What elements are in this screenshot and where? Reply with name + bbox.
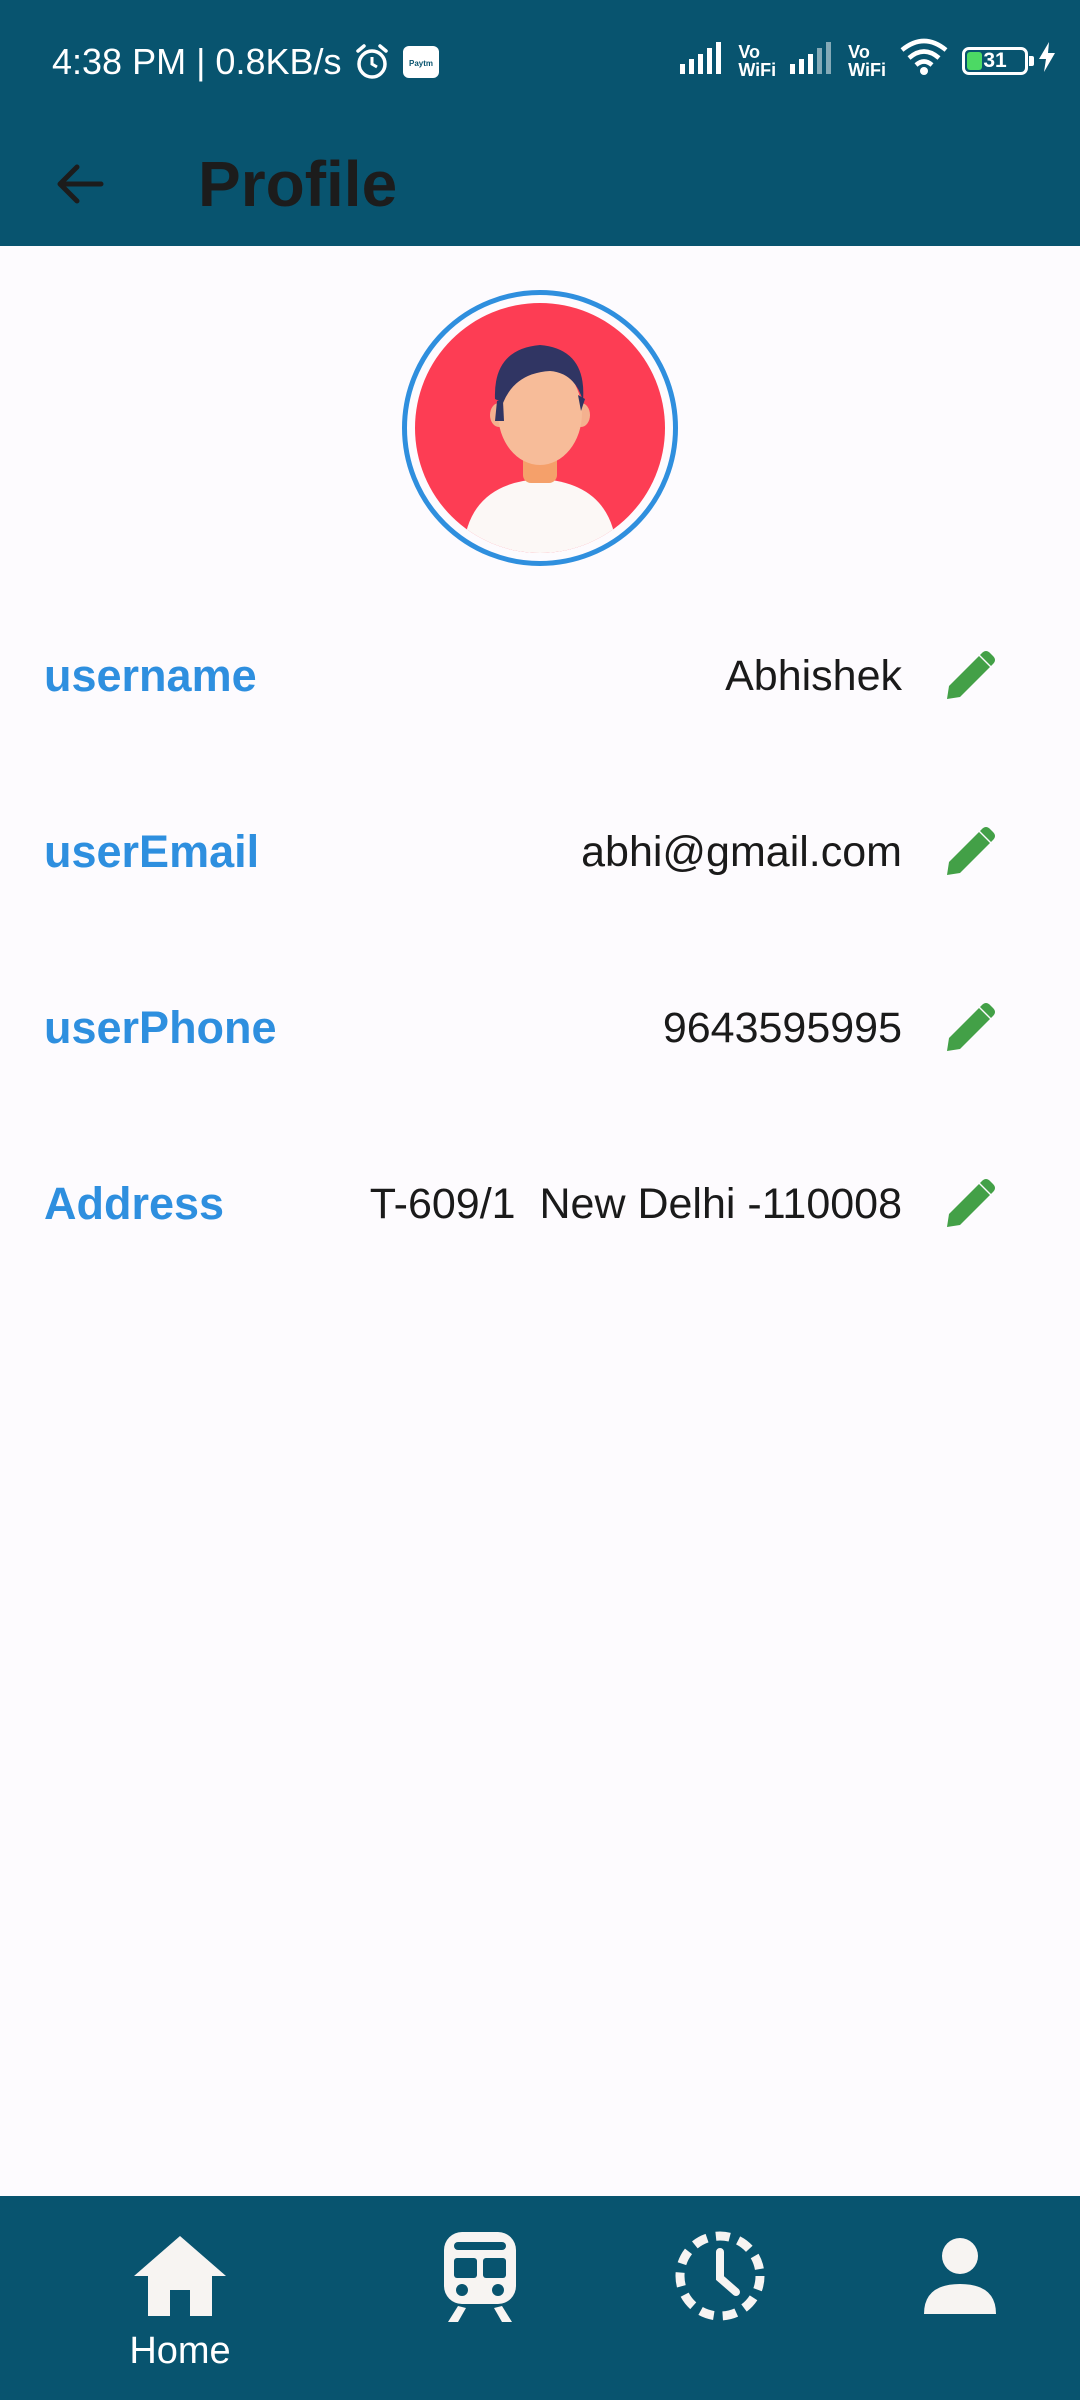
battery-fill: [967, 52, 982, 70]
pencil-icon: [947, 1003, 995, 1051]
avatar[interactable]: [402, 290, 678, 566]
signal-icon: [680, 40, 728, 83]
home-icon: [132, 2226, 228, 2326]
app-bar: Profile: [0, 122, 1080, 246]
pencil-icon: [947, 651, 995, 699]
bottom-navigation: Home: [0, 2196, 1080, 2400]
field-value-userphone: 9643595995: [662, 1004, 902, 1052]
field-label-username: username: [44, 650, 257, 701]
battery-indicator: 31: [962, 47, 1034, 75]
status-time-speed: 4:38 PM | 0.8KB/s: [52, 41, 342, 82]
nav-train[interactable]: [380, 2196, 580, 2400]
field-label-address: Address: [44, 1178, 225, 1229]
vowifi-2-bottom: WiFi: [848, 60, 886, 80]
vowifi-indicator-2: Vo WiFi: [848, 43, 886, 79]
paytm-icon: Paytm: [402, 44, 440, 80]
wifi-icon: [900, 38, 948, 85]
back-button[interactable]: [40, 144, 120, 224]
train-icon: [440, 2226, 520, 2326]
field-row-address: Address T-609/1 New Delhi -110008: [0, 1164, 1080, 1244]
field-row-userphone: userPhone 9643595995: [0, 988, 1080, 1068]
status-left: 4:38 PM | 0.8KB/s Paytm: [52, 40, 440, 84]
nav-home[interactable]: Home: [80, 2196, 280, 2400]
edit-userphone-button[interactable]: [930, 994, 1010, 1062]
alarm-clock-icon: [352, 42, 392, 82]
vowifi-2-top: Vo: [848, 42, 870, 62]
field-row-username: username Abhishek: [0, 636, 1080, 716]
nav-home-label: Home: [129, 2330, 231, 2372]
nav-history[interactable]: [620, 2196, 820, 2400]
arrow-back-icon: [57, 164, 104, 204]
edit-useremail-button[interactable]: [930, 818, 1010, 886]
history-clock-icon: [672, 2226, 768, 2326]
paytm-label: Paytm: [408, 59, 432, 68]
signal-icon-2: [790, 40, 838, 83]
field-value-address: T-609/1 New Delhi -110008: [369, 1180, 902, 1228]
edit-username-button[interactable]: [930, 642, 1010, 710]
field-label-userphone: userPhone: [44, 1002, 277, 1053]
top-app-bar: 4:38 PM | 0.8KB/s Paytm Vo WiFi Vo WiFi …: [0, 0, 1080, 246]
field-row-useremail: userEmail abhi@gmail.com: [0, 812, 1080, 892]
user-avatar-illustration: [415, 303, 665, 553]
status-right: Vo WiFi Vo WiFi 31: [680, 36, 1058, 86]
charging-bolt-icon: [1036, 40, 1058, 82]
page-title: Profile: [198, 148, 398, 220]
field-value-username: Abhishek: [725, 652, 902, 700]
field-value-useremail: abhi@gmail.com: [581, 828, 902, 876]
status-bar: 4:38 PM | 0.8KB/s Paytm Vo WiFi Vo WiFi …: [0, 0, 1080, 122]
vowifi-indicator-1: Vo WiFi: [738, 43, 776, 79]
field-label-useremail: userEmail: [44, 826, 260, 877]
person-icon: [920, 2226, 1000, 2326]
nav-profile[interactable]: [860, 2196, 1060, 2400]
pencil-icon: [947, 1179, 995, 1227]
pencil-icon: [947, 827, 995, 875]
edit-address-button[interactable]: [930, 1170, 1010, 1238]
vowifi-1-bottom: WiFi: [738, 60, 777, 80]
battery-level: 31: [983, 49, 1007, 72]
vowifi-1-top: Vo: [738, 42, 761, 62]
